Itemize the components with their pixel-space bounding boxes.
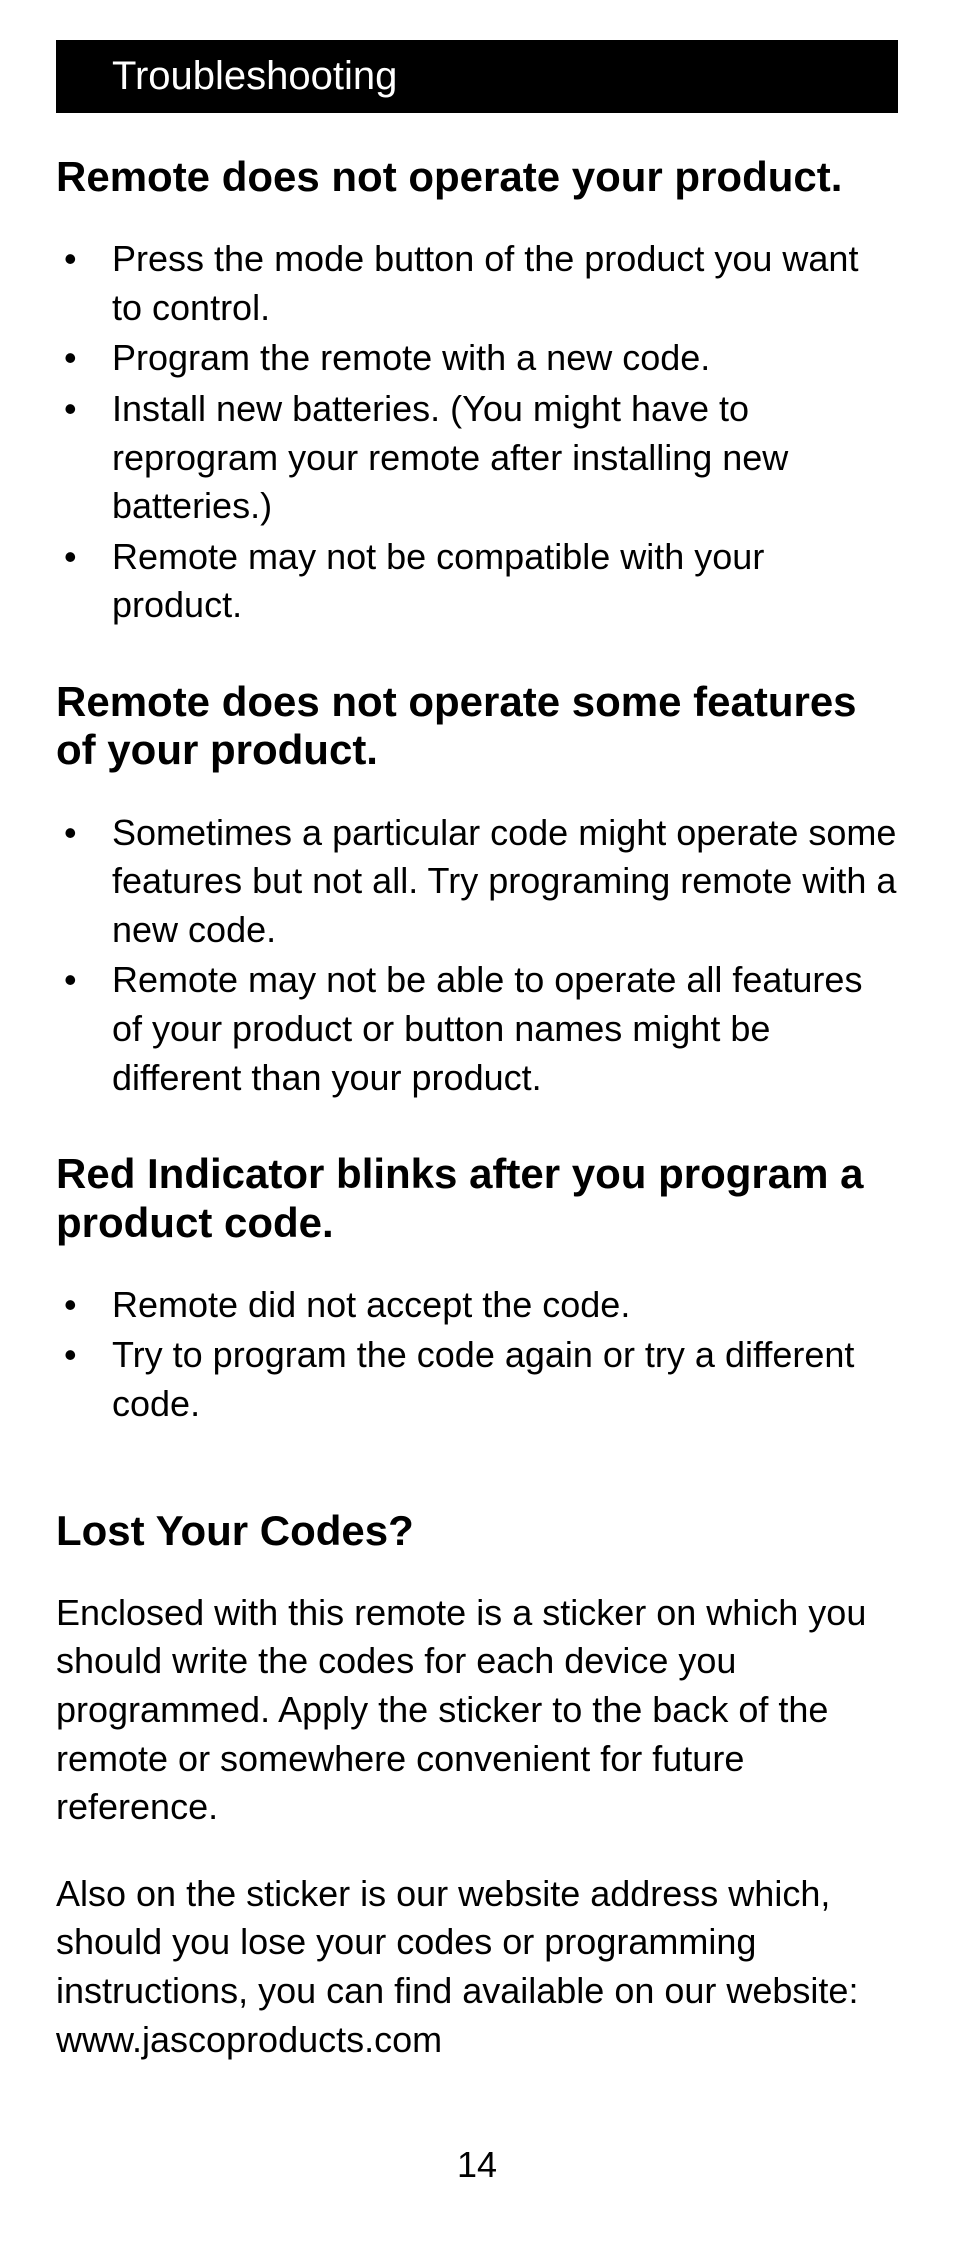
list-item: Remote may not be compatible with your p… — [56, 533, 898, 630]
section3-list: Remote did not accept the code. Try to p… — [56, 1281, 898, 1429]
section1-heading: Remote does not operate your product. — [56, 153, 898, 201]
section-header-bar: Troubleshooting — [56, 40, 898, 113]
page-number: 14 — [56, 2144, 898, 2186]
section4-paragraph-1: Enclosed with this remote is a sticker o… — [56, 1589, 898, 1832]
list-item: Press the mode button of the product you… — [56, 235, 898, 332]
section3-heading: Red Indicator blinks after you program a… — [56, 1150, 898, 1247]
section4-paragraph-2: Also on the sticker is our website addre… — [56, 1870, 898, 2064]
section1-list: Press the mode button of the product you… — [56, 235, 898, 630]
list-item: Try to program the code again or try a d… — [56, 1331, 898, 1428]
list-item: Install new batteries. (You might have t… — [56, 385, 898, 531]
list-item: Remote may not be able to operate all fe… — [56, 956, 898, 1102]
section2-list: Sometimes a particular code might operat… — [56, 809, 898, 1103]
list-item: Program the remote with a new code. — [56, 334, 898, 383]
section2-heading: Remote does not operate some features of… — [56, 678, 898, 775]
list-item: Remote did not accept the code. — [56, 1281, 898, 1330]
list-item: Sometimes a particular code might operat… — [56, 809, 898, 955]
section4-heading: Lost Your Codes? — [56, 1507, 898, 1555]
section-header-title: Troubleshooting — [112, 54, 870, 99]
